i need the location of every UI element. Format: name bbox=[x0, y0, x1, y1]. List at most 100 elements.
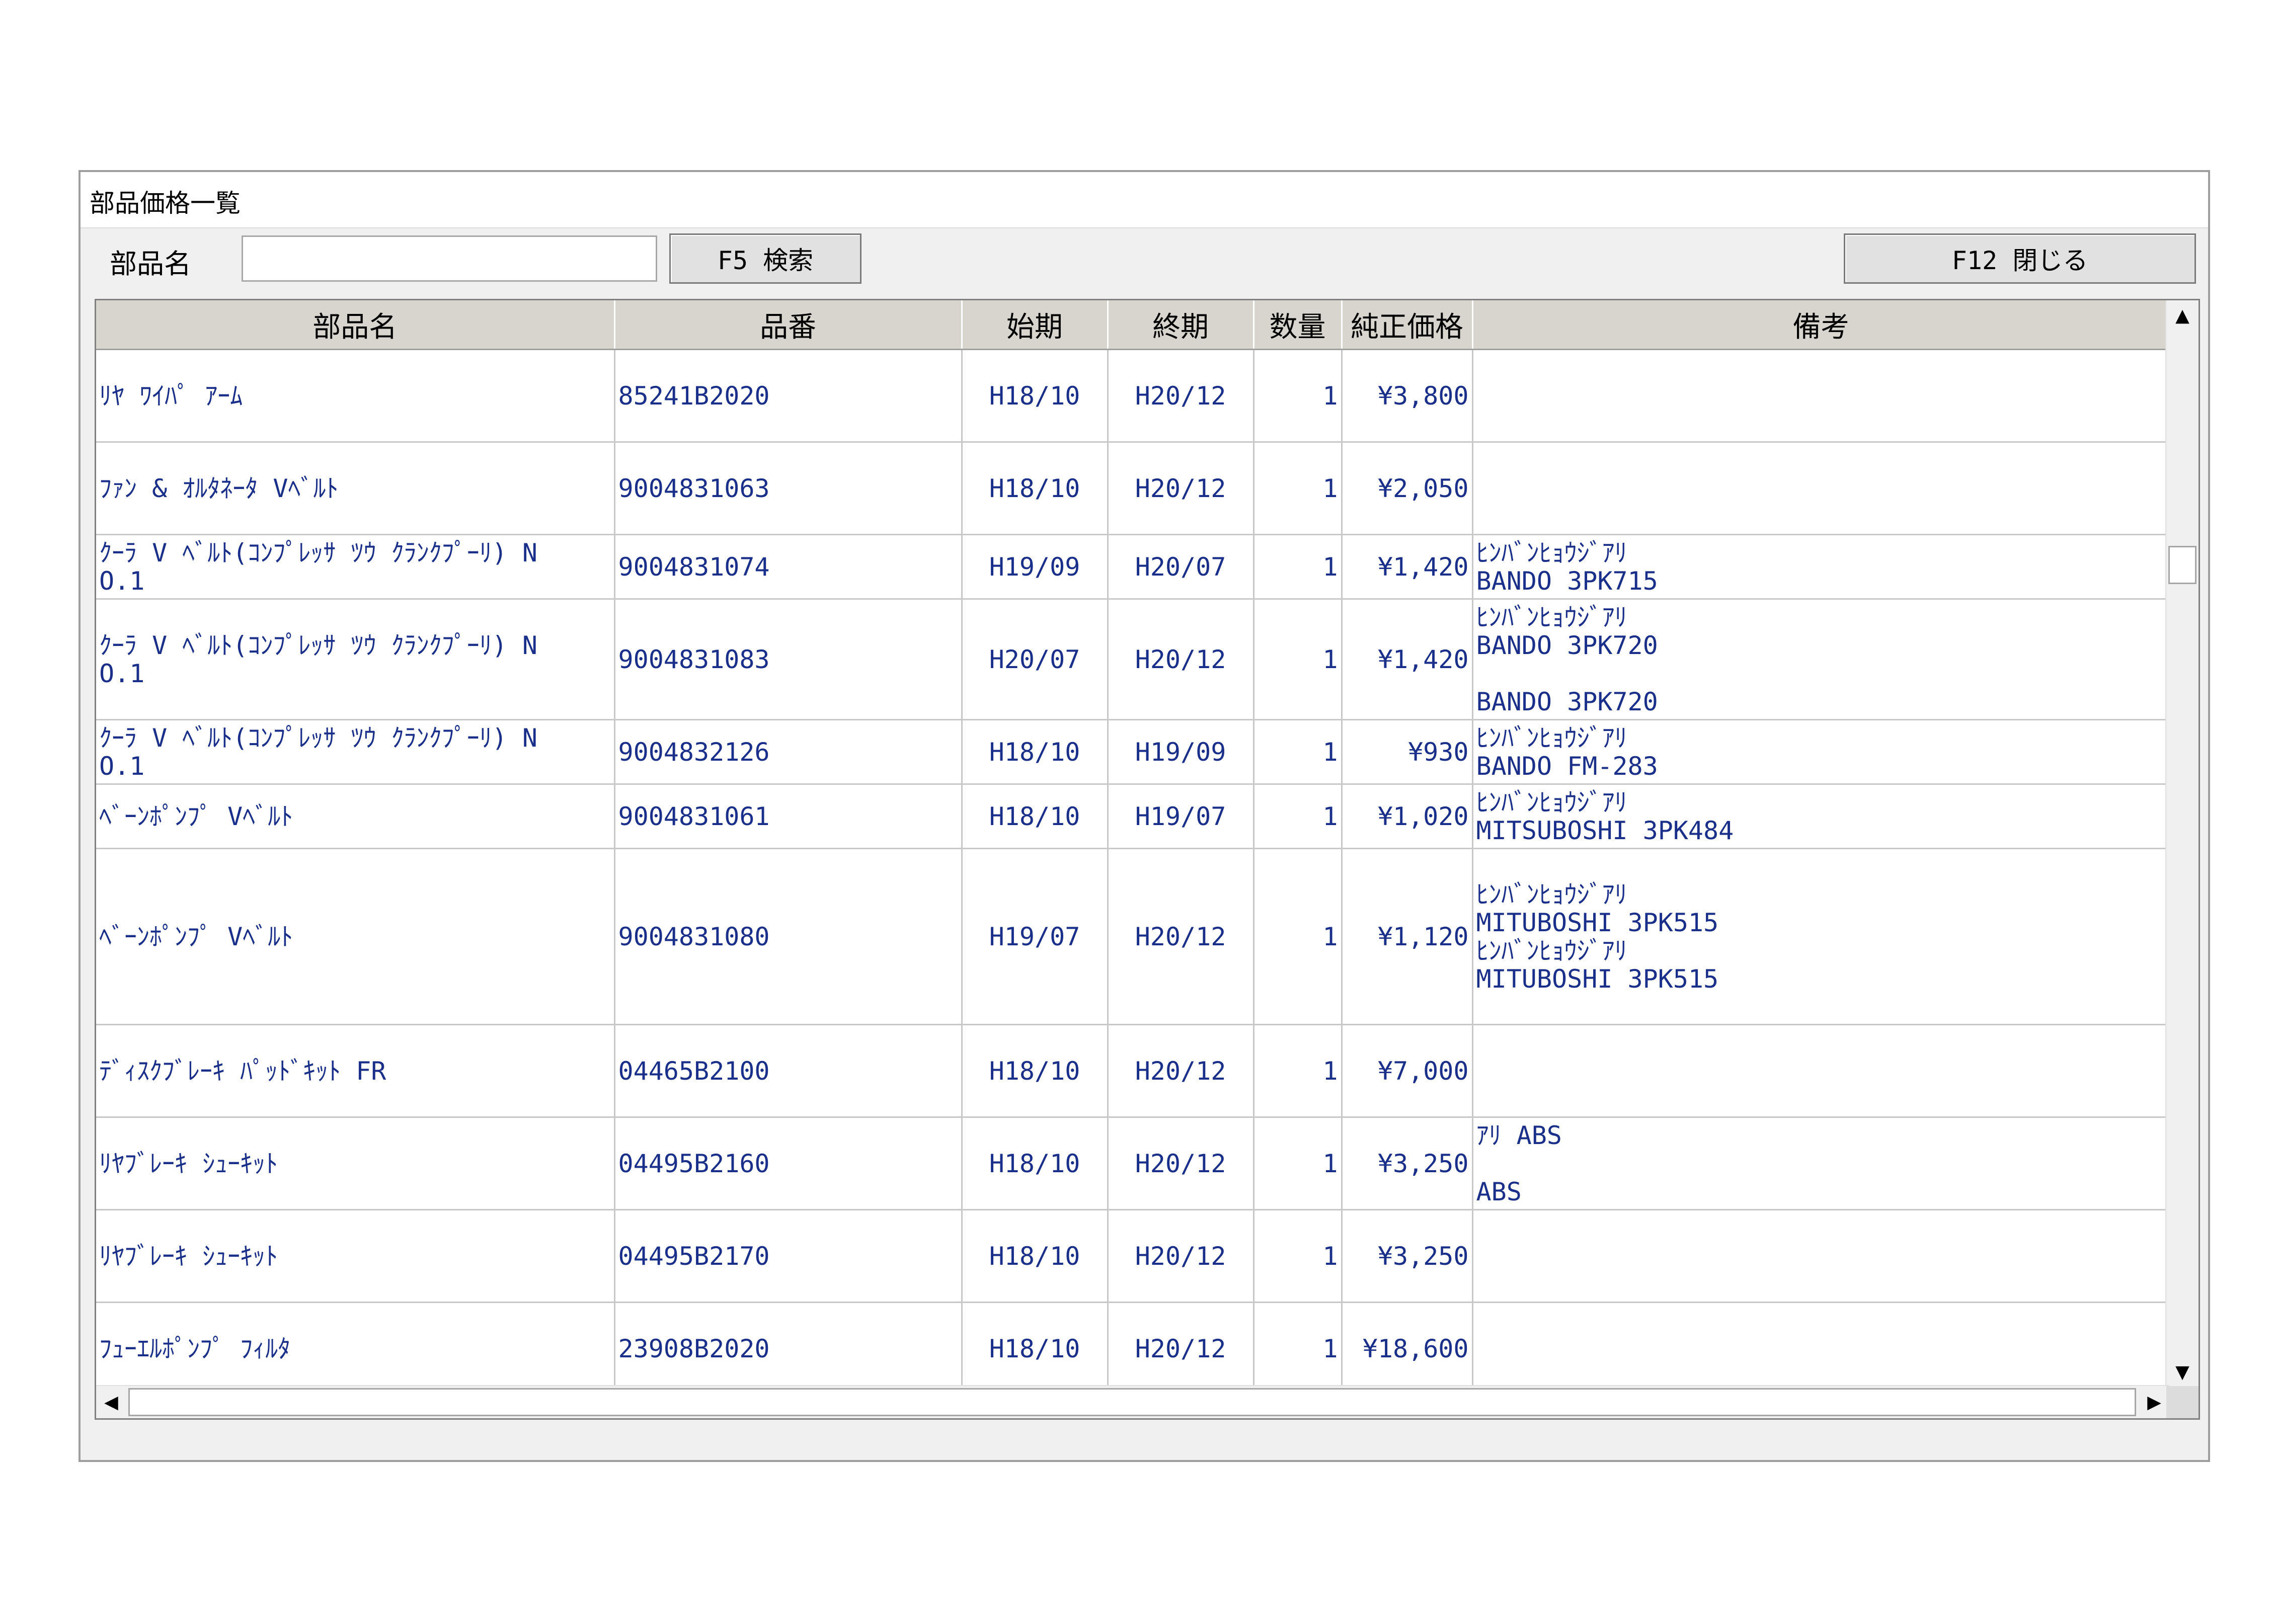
horizontal-scroll-thumb[interactable] bbox=[128, 1388, 2136, 1416]
cell-qty[interactable]: 1 bbox=[1253, 599, 1343, 720]
parts-grid[interactable]: 部品名 品番 始期 終期 数量 純正価格 備考 ﾘﾔ ﾜｲﾊﾟ ｱｰﾑ 85241… bbox=[95, 299, 2200, 1420]
cell-end[interactable]: H20/12 bbox=[1108, 349, 1254, 443]
cell-price[interactable]: ¥930 bbox=[1342, 719, 1473, 785]
cell-part-number[interactable]: 9004831083 bbox=[614, 599, 963, 720]
cell-price[interactable]: ¥1,420 bbox=[1342, 534, 1473, 600]
col-header-remarks[interactable]: 備考 bbox=[1472, 300, 2170, 350]
col-header-price[interactable]: 純正価格 bbox=[1342, 300, 1473, 350]
table-row[interactable]: ﾌｭｰｴﾙﾎﾟﾝﾌﾟ ﾌｨﾙﾀ 23908B2020 H18/10 H20/12 1 ¥1… bbox=[96, 1302, 2170, 1396]
cell-price[interactable]: ¥7,000 bbox=[1342, 1024, 1473, 1118]
cell-qty[interactable]: 1 bbox=[1253, 784, 1343, 849]
cell-part-number[interactable]: 04495B2160 bbox=[614, 1117, 963, 1210]
cell-remarks[interactable] bbox=[1472, 1209, 2170, 1303]
cell-start[interactable]: H18/10 bbox=[962, 1024, 1109, 1118]
cell-part-name[interactable]: ﾃﾞｨｽｸﾌﾞﾚｰｷ ﾊﾟｯﾄﾞｷｯﾄ FR bbox=[96, 1024, 615, 1118]
table-row[interactable]: ﾍﾞｰﾝﾎﾟﾝﾌﾟ Vﾍﾞﾙﾄ 9004831061 H18/10 H19/07 1 ¥1… bbox=[96, 784, 2170, 849]
cell-part-name[interactable]: ﾘﾔ ﾜｲﾊﾟ ｱｰﾑ bbox=[96, 349, 615, 443]
cell-price[interactable]: ¥18,600 bbox=[1342, 1302, 1473, 1396]
table-row[interactable]: ｸｰﾗ V ﾍﾞﾙﾄ(ｺﾝﾌﾟﾚｯｻ ﾂｳ ｸﾗﾝｸﾌﾟｰﾘ) N O.1 9004… bbox=[96, 719, 2170, 785]
cell-part-number[interactable]: 04465B2100 bbox=[614, 1024, 963, 1118]
cell-remarks[interactable] bbox=[1472, 1024, 2170, 1118]
cell-part-name[interactable]: ﾌｧﾝ & ｵﾙﾀﾈｰﾀ Vﾍﾞﾙﾄ bbox=[96, 442, 615, 535]
cell-start[interactable]: H18/10 bbox=[962, 1117, 1109, 1210]
cell-part-name[interactable]: ﾘﾔﾌﾞﾚｰｷ ｼｭｰｷｯﾄ bbox=[96, 1209, 615, 1303]
col-header-qty[interactable]: 数量 bbox=[1253, 300, 1343, 350]
cell-end[interactable]: H20/12 bbox=[1108, 1024, 1254, 1118]
cell-end[interactable]: H20/12 bbox=[1108, 848, 1254, 1025]
cell-start[interactable]: H18/10 bbox=[962, 1209, 1109, 1303]
table-row[interactable]: ﾘﾔﾌﾞﾚｰｷ ｼｭｰｷｯﾄ 04495B2170 H18/10 H20/12 1 ¥3,… bbox=[96, 1209, 2170, 1303]
table-row[interactable]: ﾍﾞｰﾝﾎﾟﾝﾌﾟ Vﾍﾞﾙﾄ 9004831080 H19/07 H20/12 1 ¥1… bbox=[96, 848, 2170, 1025]
col-header-end[interactable]: 終期 bbox=[1108, 300, 1254, 350]
cell-part-name[interactable]: ｸｰﾗ V ﾍﾞﾙﾄ(ｺﾝﾌﾟﾚｯｻ ﾂｳ ｸﾗﾝｸﾌﾟｰﾘ) N O.1 bbox=[96, 534, 615, 600]
cell-start[interactable]: H18/10 bbox=[962, 784, 1109, 849]
scroll-down-icon[interactable]: ▼ bbox=[2166, 1357, 2199, 1387]
cell-price[interactable]: ¥1,420 bbox=[1342, 599, 1473, 720]
cell-qty[interactable]: 1 bbox=[1253, 719, 1343, 785]
cell-price[interactable]: ¥2,050 bbox=[1342, 442, 1473, 535]
cell-end[interactable]: H20/12 bbox=[1108, 1117, 1254, 1210]
vertical-scroll-thumb[interactable] bbox=[2168, 546, 2197, 584]
cell-qty[interactable]: 1 bbox=[1253, 848, 1343, 1025]
cell-qty[interactable]: 1 bbox=[1253, 349, 1343, 443]
scroll-up-icon[interactable]: ▲ bbox=[2166, 300, 2199, 331]
table-row[interactable]: ﾌｧﾝ & ｵﾙﾀﾈｰﾀ Vﾍﾞﾙﾄ 9004831063 H18/10 H20/12… bbox=[96, 442, 2170, 535]
cell-part-name[interactable]: ﾍﾞｰﾝﾎﾟﾝﾌﾟ Vﾍﾞﾙﾄ bbox=[96, 848, 615, 1025]
cell-qty[interactable]: 1 bbox=[1253, 1117, 1343, 1210]
cell-qty[interactable]: 1 bbox=[1253, 1209, 1343, 1303]
cell-part-name[interactable]: ｸｰﾗ V ﾍﾞﾙﾄ(ｺﾝﾌﾟﾚｯｻ ﾂｳ ｸﾗﾝｸﾌﾟｰﾘ) N O.1 bbox=[96, 719, 615, 785]
cell-part-number[interactable]: 9004831061 bbox=[614, 784, 963, 849]
cell-price[interactable]: ¥3,800 bbox=[1342, 349, 1473, 443]
cell-remarks[interactable] bbox=[1472, 1302, 2170, 1396]
cell-remarks[interactable]: ﾋﾝﾊﾞﾝﾋｮｳｼﾞｱﾘ MITUBOSHI 3PK515 ﾋﾝﾊﾞﾝﾋｮｳｼﾞｱﾘ… bbox=[1472, 848, 2170, 1025]
cell-price[interactable]: ¥1,120 bbox=[1342, 848, 1473, 1025]
cell-end[interactable]: H20/07 bbox=[1108, 534, 1254, 600]
cell-qty[interactable]: 1 bbox=[1253, 534, 1343, 600]
cell-remarks[interactable]: ﾋﾝﾊﾞﾝﾋｮｳｼﾞｱﾘ MITSUBOSHI 3PK484 bbox=[1472, 784, 2170, 849]
horizontal-scrollbar[interactable]: ◀ ▶ bbox=[96, 1385, 2169, 1418]
col-header-part-number[interactable]: 品番 bbox=[614, 300, 963, 350]
cell-qty[interactable]: 1 bbox=[1253, 442, 1343, 535]
cell-remarks[interactable]: ﾋﾝﾊﾞﾝﾋｮｳｼﾞｱﾘ BANDO 3PK715 bbox=[1472, 534, 2170, 600]
vertical-scrollbar[interactable]: ▲ ▼ bbox=[2165, 300, 2199, 1387]
cell-part-name[interactable]: ｸｰﾗ V ﾍﾞﾙﾄ(ｺﾝﾌﾟﾚｯｻ ﾂｳ ｸﾗﾝｸﾌﾟｰﾘ) N O.1 bbox=[96, 599, 615, 720]
close-button[interactable]: F12 閉じる bbox=[1844, 233, 2196, 284]
cell-start[interactable]: H18/10 bbox=[962, 349, 1109, 443]
cell-start[interactable]: H19/07 bbox=[962, 848, 1109, 1025]
scroll-right-icon[interactable]: ▶ bbox=[2139, 1386, 2169, 1418]
cell-price[interactable]: ¥3,250 bbox=[1342, 1209, 1473, 1303]
cell-start[interactable]: H19/09 bbox=[962, 534, 1109, 600]
cell-part-name[interactable]: ﾍﾞｰﾝﾎﾟﾝﾌﾟ Vﾍﾞﾙﾄ bbox=[96, 784, 615, 849]
table-row[interactable]: ﾘﾔ ﾜｲﾊﾟ ｱｰﾑ 85241B2020 H18/10 H20/12 1 ¥3,800 bbox=[96, 349, 2170, 443]
cell-part-number[interactable]: 04495B2170 bbox=[614, 1209, 963, 1303]
cell-end[interactable]: H20/12 bbox=[1108, 442, 1254, 535]
cell-part-name[interactable]: ﾌｭｰｴﾙﾎﾟﾝﾌﾟ ﾌｨﾙﾀ bbox=[96, 1302, 615, 1396]
cell-end[interactable]: H19/07 bbox=[1108, 784, 1254, 849]
scroll-left-icon[interactable]: ◀ bbox=[96, 1386, 126, 1418]
cell-qty[interactable]: 1 bbox=[1253, 1024, 1343, 1118]
col-header-start[interactable]: 始期 bbox=[962, 300, 1109, 350]
cell-part-number[interactable]: 9004832126 bbox=[614, 719, 963, 785]
table-row[interactable]: ﾘﾔﾌﾞﾚｰｷ ｼｭｰｷｯﾄ 04495B2160 H18/10 H20/12 1 ¥3,… bbox=[96, 1117, 2170, 1210]
cell-part-number[interactable]: 23908B2020 bbox=[614, 1302, 963, 1396]
part-name-input[interactable] bbox=[242, 235, 657, 282]
cell-remarks[interactable] bbox=[1472, 349, 2170, 443]
cell-part-number[interactable]: 85241B2020 bbox=[614, 349, 963, 443]
cell-end[interactable]: H20/12 bbox=[1108, 599, 1254, 720]
cell-qty[interactable]: 1 bbox=[1253, 1302, 1343, 1396]
cell-remarks[interactable]: ｱﾘ ABS ABS bbox=[1472, 1117, 2170, 1210]
cell-start[interactable]: H18/10 bbox=[962, 442, 1109, 535]
cell-price[interactable]: ¥1,020 bbox=[1342, 784, 1473, 849]
cell-remarks[interactable]: ﾋﾝﾊﾞﾝﾋｮｳｼﾞｱﾘ BANDO 3PK720 BANDO 3PK720 bbox=[1472, 599, 2170, 720]
cell-end[interactable]: H19/09 bbox=[1108, 719, 1254, 785]
table-row[interactable]: ｸｰﾗ V ﾍﾞﾙﾄ(ｺﾝﾌﾟﾚｯｻ ﾂｳ ｸﾗﾝｸﾌﾟｰﾘ) N O.1 9004… bbox=[96, 534, 2170, 600]
cell-start[interactable]: H18/10 bbox=[962, 719, 1109, 785]
table-row[interactable]: ﾃﾞｨｽｸﾌﾞﾚｰｷ ﾊﾟｯﾄﾞｷｯﾄ FR 04465B2100 H18/10 H2… bbox=[96, 1024, 2170, 1118]
cell-price[interactable]: ¥3,250 bbox=[1342, 1117, 1473, 1210]
cell-remarks[interactable]: ﾋﾝﾊﾞﾝﾋｮｳｼﾞｱﾘ BANDO FM-283 bbox=[1472, 719, 2170, 785]
cell-start[interactable]: H18/10 bbox=[962, 1302, 1109, 1396]
cell-part-number[interactable]: 9004831080 bbox=[614, 848, 963, 1025]
cell-part-number[interactable]: 9004831074 bbox=[614, 534, 963, 600]
cell-part-name[interactable]: ﾘﾔﾌﾞﾚｰｷ ｼｭｰｷｯﾄ bbox=[96, 1117, 615, 1210]
search-button[interactable]: F5 検索 bbox=[669, 233, 861, 284]
